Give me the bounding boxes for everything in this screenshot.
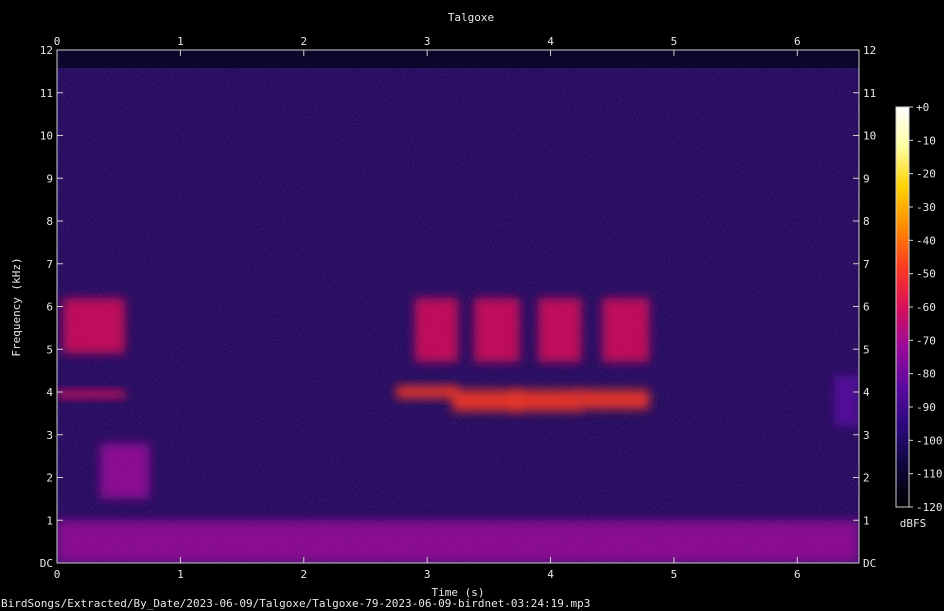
y-tick-label-right: 10	[863, 130, 876, 143]
y-tick-label: DC	[40, 557, 53, 570]
y-tick-label-right: 2	[863, 472, 870, 485]
spectral-feature-2	[100, 443, 150, 499]
x-tick-label: 4	[547, 568, 554, 581]
spectral-feature-5	[474, 297, 520, 363]
colorbar: +0 -10 -20 -30 -40 -50 -60 -70 -80 -90 -100 -110 -12…	[895, 101, 943, 530]
colorbar-tick-label: -80	[916, 368, 936, 381]
y-tick-label: 7	[46, 258, 53, 271]
colorbar-tick-label: -20	[916, 168, 936, 181]
colorbar-gradient	[895, 106, 910, 508]
spectral-feature-9	[602, 297, 650, 363]
x-tick-label: 1	[177, 568, 184, 581]
x-tick-label-top: 3	[424, 35, 431, 48]
x-tick-label: 2	[300, 568, 307, 581]
colorbar-tick-label: -50	[916, 268, 936, 281]
y-tick-label-right: 3	[863, 429, 870, 442]
colorbar-tick-label: -60	[916, 301, 936, 314]
y-axis-label: Frequency (kHz)	[10, 257, 23, 356]
colorbar-tick-label: -30	[916, 201, 936, 214]
y-tick-label-right: 7	[863, 258, 870, 271]
colorbar-ticks: +0 -10 -20 -30 -40 -50 -60 -70 -80 -90 -100 -110 -12…	[909, 101, 943, 514]
y-tick-label: 3	[46, 429, 53, 442]
spectral-feature-1	[57, 389, 125, 399]
y-tick-label: 8	[46, 215, 53, 228]
x-tick-label-top: 2	[300, 35, 307, 48]
plot-area	[57, 50, 859, 563]
y-tick-label: 2	[46, 472, 53, 485]
y-tick-label: 10	[40, 130, 53, 143]
y-tick-label-right: DC	[863, 557, 876, 570]
y-tick-label: 9	[46, 172, 53, 185]
spectral-feature-7	[538, 297, 582, 363]
spectrogram-chart: Talgoxe 00112233445566 DC DC1 12 23 34 45 56 67…	[1, 11, 943, 610]
spectral-feature-11	[834, 374, 859, 427]
colorbar-tick-label: -100	[916, 434, 943, 447]
colorbar-tick-label: -90	[916, 401, 936, 414]
spectral-feature-6	[451, 389, 520, 412]
x-tick-label: 3	[424, 568, 431, 581]
x-tick-label-top: 5	[671, 35, 678, 48]
y-tick-label-right: 9	[863, 172, 870, 185]
colorbar-tick-label: -70	[916, 334, 936, 347]
x-tick-label: 6	[794, 568, 801, 581]
x-tick-label: 0	[54, 568, 61, 581]
y-tick-label-right: 4	[863, 386, 870, 399]
colorbar-label: dBFS	[900, 517, 927, 530]
y-tick-label-right: 5	[863, 343, 870, 356]
spectral-feature-12	[57, 520, 859, 563]
y-tick-label-right: 6	[863, 301, 870, 314]
y-tick-label: 1	[46, 514, 53, 527]
spectral-feature-3	[414, 297, 458, 363]
x-tick-label: 5	[671, 568, 678, 581]
y-tick-label: 5	[46, 343, 53, 356]
file-path: BirdSongs/Extracted/By_Date/2023-06-09/T…	[1, 597, 590, 610]
y-tick-label: 11	[40, 87, 53, 100]
y-tick-label: 12	[40, 44, 53, 57]
spectral-feature-8	[513, 389, 582, 412]
x-tick-label-top: 0	[54, 35, 61, 48]
y-tick-label: 6	[46, 301, 53, 314]
y-tick-label-right: 12	[863, 44, 876, 57]
colorbar-tick-label: -120	[916, 501, 943, 514]
x-tick-label-top: 1	[177, 35, 184, 48]
colorbar-tick-label: -10	[916, 134, 936, 147]
spectral-feature-4	[396, 385, 458, 399]
x-tick-label-top: 4	[547, 35, 554, 48]
y-tick-label-right: 11	[863, 87, 876, 100]
colorbar-tick-label: -40	[916, 234, 936, 247]
x-tick-label-top: 6	[794, 35, 801, 48]
spectral-feature-0	[63, 297, 125, 354]
y-tick-label-right: 1	[863, 514, 870, 527]
colorbar-tick-label: +0	[916, 101, 929, 114]
colorbar-tick-label: -110	[916, 468, 943, 481]
chart-title: Talgoxe	[448, 11, 494, 24]
y-tick-label: 4	[46, 386, 53, 399]
y-tick-label-right: 8	[863, 215, 870, 228]
spectral-feature-10	[577, 389, 650, 410]
